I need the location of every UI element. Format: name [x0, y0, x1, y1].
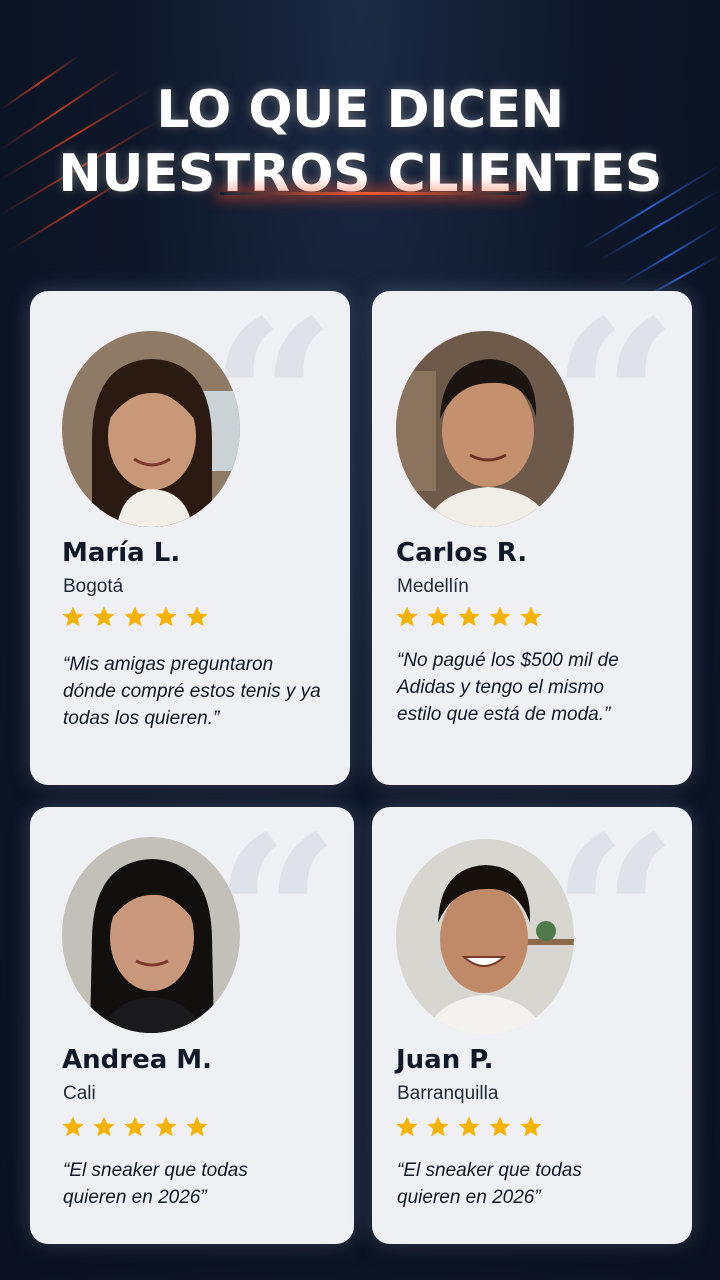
reviewer-city: Cali — [63, 1083, 96, 1104]
reviewer-name: Juan P. — [396, 1045, 494, 1075]
review-card: “ María L. Bogotá “Mis amigas preguntaro… — [30, 291, 350, 785]
avatar — [396, 839, 574, 1035]
star-icon — [396, 1116, 418, 1137]
star-icon — [62, 1116, 84, 1137]
avatar — [62, 331, 240, 527]
star-icon — [62, 606, 84, 627]
title-line-2: NUESTROS CLIENTES — [58, 144, 662, 204]
review-card: “ Carlos R. Medellín “No pagué los $500 … — [372, 291, 692, 785]
avatar — [62, 837, 240, 1033]
star-icon — [396, 606, 418, 627]
reviewer-name: María L. — [62, 538, 181, 568]
star-icon — [489, 606, 511, 627]
star-icon — [93, 1116, 115, 1137]
star-icon — [124, 1116, 146, 1137]
reviewer-name: Andrea M. — [62, 1045, 213, 1075]
title-glow-underline — [220, 192, 520, 195]
page-title: LO QUE DICEN NUESTROS CLIENTES — [0, 78, 720, 206]
star-rating — [61, 605, 209, 629]
avatar — [396, 331, 574, 527]
star-icon — [520, 606, 542, 627]
review-card: “ Andrea M. Cali “El sneaker que todas q… — [30, 807, 354, 1244]
star-icon — [427, 1116, 449, 1137]
star-icon — [186, 606, 208, 627]
testimonial-text: “El sneaker que todas quieren en 2026” — [63, 1160, 248, 1208]
star-icon — [458, 1116, 480, 1137]
star-rating — [395, 1115, 543, 1139]
star-icon — [520, 1116, 542, 1137]
star-icon — [124, 606, 146, 627]
star-rating — [395, 605, 543, 629]
star-icon — [155, 606, 177, 627]
star-icon — [458, 606, 480, 627]
reviewer-city: Barranquilla — [397, 1083, 499, 1104]
star-icon — [186, 1116, 208, 1137]
title-line-1: LO QUE DICEN — [156, 80, 564, 140]
testimonial-text: “Mis amigas preguntaron dónde compré est… — [63, 654, 321, 729]
reviewer-name: Carlos R. — [396, 538, 528, 568]
testimonial-text: “El sneaker que todas quieren en 2026” — [397, 1160, 582, 1208]
reviewer-city: Medellín — [397, 576, 469, 597]
testimonial-text: “No pagué los $500 mil de Adidas y tengo… — [397, 650, 619, 725]
star-icon — [489, 1116, 511, 1137]
star-rating — [61, 1115, 209, 1139]
star-icon — [155, 1116, 177, 1137]
star-icon — [93, 606, 115, 627]
reviewer-city: Bogotá — [63, 576, 124, 597]
star-icon — [427, 606, 449, 627]
review-card: “ Juan P. Barranquilla “El sneaker que t… — [372, 807, 692, 1244]
